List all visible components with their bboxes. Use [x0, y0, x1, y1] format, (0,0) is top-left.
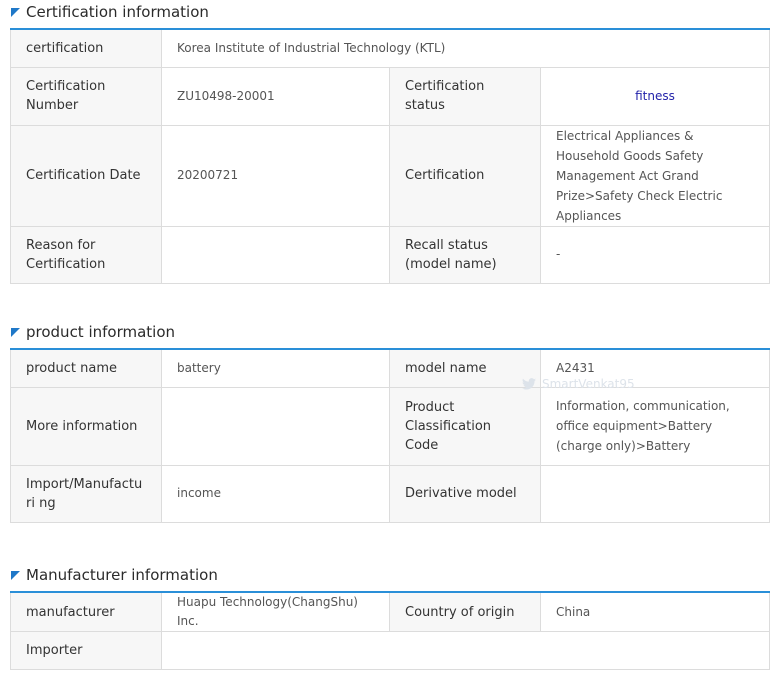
table-row: Certification Date 20200721 Certificatio… — [10, 124, 771, 227]
import-manufacturing-label: Import/Manufacturi ng — [10, 464, 162, 523]
section-title: Manufacturer information — [10, 564, 769, 586]
manufacturer-value: Huapu Technology(ChangShu) Inc. — [161, 591, 390, 632]
certification-number-label: Certification Number — [10, 66, 162, 126]
table-row: More information Product Classification … — [10, 386, 770, 466]
certification-section-title: Certification information — [26, 3, 209, 21]
table-row: Import/Manufacturi ng income Derivative … — [10, 464, 770, 523]
table-row: Reason for Certification Recall status (… — [10, 225, 771, 284]
table-row: Importer — [10, 631, 770, 670]
recall-status-value: - — [539, 225, 771, 284]
certification-section: Certification information certification … — [10, 1, 771, 284]
recall-status-label: Recall status (model name) — [389, 225, 541, 284]
manufacturer-table: manufacturer Huapu Technology(ChangShu) … — [10, 591, 770, 670]
product-table: product name battery model name A2431 Mo… — [10, 348, 770, 523]
certification-date-label: Certification Date — [10, 124, 162, 227]
certification-type-label: Certification — [389, 124, 541, 227]
manufacturer-section-title: Manufacturer information — [26, 566, 218, 584]
table-row: Certification Number ZU10498-20001 Certi… — [10, 66, 771, 126]
watermark-text: SmartVenkat95 — [542, 377, 635, 391]
reason-for-certification-label: Reason for Certification — [10, 225, 162, 284]
twitter-bird-icon — [522, 378, 536, 390]
product-section-title: product information — [26, 323, 176, 341]
section-flag-icon — [11, 570, 20, 580]
certification-label: certification — [10, 28, 162, 68]
section-title: product information — [10, 321, 769, 343]
country-of-origin-value: China — [540, 591, 770, 632]
product-name-label: product name — [10, 348, 162, 388]
importer-value — [161, 631, 770, 670]
certification-type-value: Electrical Appliances & Household Goods … — [539, 124, 771, 227]
section-flag-icon — [11, 7, 20, 17]
derivative-model-label: Derivative model — [389, 464, 541, 523]
certification-number-value: ZU10498-20001 — [161, 66, 390, 126]
table-row: certification Korea Institute of Industr… — [10, 28, 771, 68]
model-name-label: model name — [389, 348, 541, 388]
manufacturer-label: manufacturer — [10, 591, 162, 632]
section-title: Certification information — [10, 1, 769, 23]
certification-status-value: fitness — [539, 66, 771, 126]
certification-value: Korea Institute of Industrial Technology… — [160, 28, 771, 68]
certification-status-label: Certification status — [389, 66, 541, 126]
watermark: SmartVenkat95 — [522, 377, 635, 391]
table-row: product name battery model name A2431 — [10, 348, 770, 388]
import-manufacturing-value: income — [161, 464, 390, 523]
classification-code-value: Information, communication, office equip… — [540, 386, 770, 466]
derivative-model-value — [540, 464, 770, 523]
certification-table: certification Korea Institute of Industr… — [10, 28, 771, 284]
classification-code-label: Product Classification Code — [389, 386, 541, 466]
more-information-label: More information — [10, 386, 162, 466]
table-row: manufacturer Huapu Technology(ChangShu) … — [10, 591, 770, 632]
certification-date-value: 20200721 — [161, 124, 390, 227]
product-name-value: battery — [161, 348, 390, 388]
section-flag-icon — [11, 327, 20, 337]
more-information-value — [161, 386, 390, 466]
country-of-origin-label: Country of origin — [389, 591, 541, 632]
product-section: product information product name battery… — [10, 321, 770, 523]
reason-for-certification-value — [161, 225, 390, 284]
manufacturer-section: Manufacturer information manufacturer Hu… — [10, 564, 770, 670]
importer-label: Importer — [10, 631, 162, 670]
